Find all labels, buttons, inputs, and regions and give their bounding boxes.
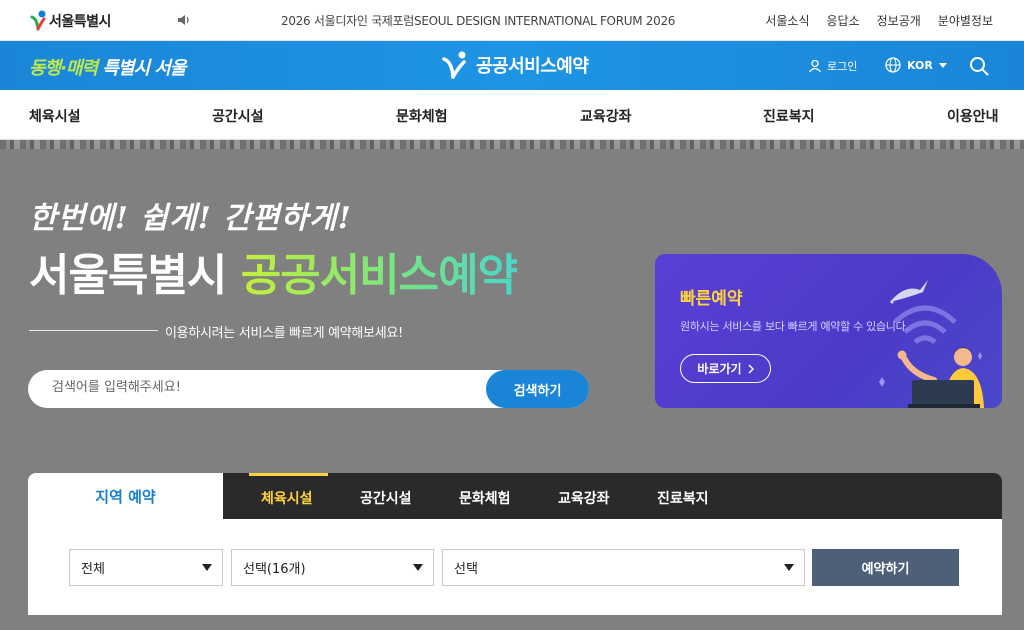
notice-ticker[interactable]: 2026 서울디자인 국제포럼SEOUL DESIGN INTERNATIONA… — [281, 12, 675, 29]
hero-subtitle: 이용하시려는 서비스를 빠르게 예약해보세요! — [165, 326, 403, 341]
slogan-rest: 특별시 서울 — [97, 58, 186, 79]
book-button[interactable]: 예약하기 — [812, 549, 959, 586]
service-logo[interactable]: 공공서비스예약 — [440, 50, 589, 80]
nav-item-education[interactable]: 교육강좌 — [580, 106, 632, 126]
user-icon — [808, 59, 822, 73]
category-tabs: 지역 예약 체육시설 공간시설 문화체험 교육강좌 진료복지 — [28, 473, 1002, 519]
login-button[interactable]: 로그인 — [808, 58, 857, 74]
tab-sports[interactable]: 체육시설 — [261, 488, 313, 508]
search-input[interactable] — [52, 380, 472, 395]
caret-down-icon — [413, 564, 423, 571]
language-selector[interactable]: KOR — [885, 57, 947, 73]
region-select-value: 전체 — [81, 562, 105, 577]
util-link-eungdapso[interactable]: 응답소 — [827, 12, 860, 29]
tab-region-reservation[interactable]: 지역 예약 — [28, 473, 223, 519]
hero-search: 검색하기 — [28, 370, 589, 408]
facility-select-value: 선택(16개) — [243, 562, 306, 577]
hero-title-service: 공공서비스예약 — [240, 250, 518, 301]
quick-go-label: 바로가기 — [697, 362, 742, 376]
item-select-value: 선택 — [454, 562, 478, 577]
reservation-panel: 지역 예약 체육시설 공간시설 문화체험 교육강좌 진료복지 전체 선택(16개… — [28, 473, 1002, 615]
seoul-logo-icon[interactable] — [29, 9, 49, 31]
quick-title: 빠른예약 — [680, 289, 743, 309]
util-link-news[interactable]: 서울소식 — [765, 12, 809, 29]
tab-medical[interactable]: 진료복지 — [657, 488, 709, 508]
chevron-right-icon — [748, 363, 754, 374]
chevron-down-icon — [938, 62, 947, 68]
tab-space[interactable]: 공간시설 — [360, 488, 412, 508]
city-skyline-strip — [0, 140, 1024, 149]
caret-down-icon — [784, 564, 794, 571]
item-select[interactable]: 선택 — [442, 549, 805, 586]
hero-title: 서울특별시 공공서비스예약 — [29, 239, 518, 303]
nav-item-culture[interactable]: 문화체험 — [396, 106, 448, 126]
quick-reservation-card: 빠른예약 원하시는 서비스를 보다 빠르게 예약할 수 있습니다. 바로가기 — [655, 254, 1002, 408]
seoul-logo-text[interactable]: 서울특별시 — [49, 11, 111, 31]
facility-select[interactable]: 선택(16개) — [231, 549, 434, 586]
util-link-field-info[interactable]: 분야별정보 — [938, 12, 993, 29]
main-nav: 체육시설 공간시설 문화체험 교육강좌 진료복지 이용안내 — [0, 90, 1024, 140]
service-name: 공공서비스예약 — [476, 56, 589, 77]
language-label: KOR — [907, 58, 933, 72]
hero-tagline: 한번에! 쉽게! 간편하게! — [29, 201, 352, 236]
caret-down-icon — [202, 564, 212, 571]
search-icon[interactable] — [969, 56, 989, 76]
region-select[interactable]: 전체 — [69, 549, 223, 586]
utility-links: 서울소식 응답소 정보공개 분야별정보 — [765, 12, 993, 29]
hero-title-city: 서울특별시 — [29, 250, 241, 301]
nav-item-guide[interactable]: 이용안내 — [947, 106, 999, 126]
active-tab-indicator — [249, 473, 328, 476]
nav-item-medical[interactable]: 진료복지 — [763, 106, 815, 126]
search-button[interactable]: 검색하기 — [486, 370, 589, 408]
service-logo-icon — [442, 51, 466, 79]
city-slogan[interactable]: 동행·매력 특별시 서울 — [29, 54, 186, 80]
tab-education[interactable]: 교육강좌 — [558, 488, 610, 508]
utility-bar: 서울특별시 2026 서울디자인 국제포럼SEOUL DESIGN INTERN… — [0, 0, 1024, 41]
tab-culture[interactable]: 문화체험 — [459, 488, 511, 508]
slogan-highlight: 동행·매력 — [29, 58, 98, 79]
person-laptop-illustration — [879, 280, 984, 408]
hero-section: 한번에! 쉽게! 간편하게! 서울특별시 공공서비스예약 이용하시려는 서비스를… — [0, 140, 1024, 630]
quick-go-button[interactable]: 바로가기 — [680, 354, 771, 383]
speaker-icon[interactable] — [177, 13, 191, 27]
nav-item-sports[interactable]: 체육시설 — [29, 106, 81, 126]
login-label: 로그인 — [827, 60, 858, 73]
brand-bar: 동행·매력 특별시 서울 공공서비스예약 로그인 KOR — [0, 41, 1024, 90]
globe-icon — [885, 57, 901, 73]
nav-item-space[interactable]: 공간시설 — [212, 106, 264, 126]
hero-divider — [29, 330, 158, 331]
util-link-info-disclosure[interactable]: 정보공개 — [877, 12, 921, 29]
